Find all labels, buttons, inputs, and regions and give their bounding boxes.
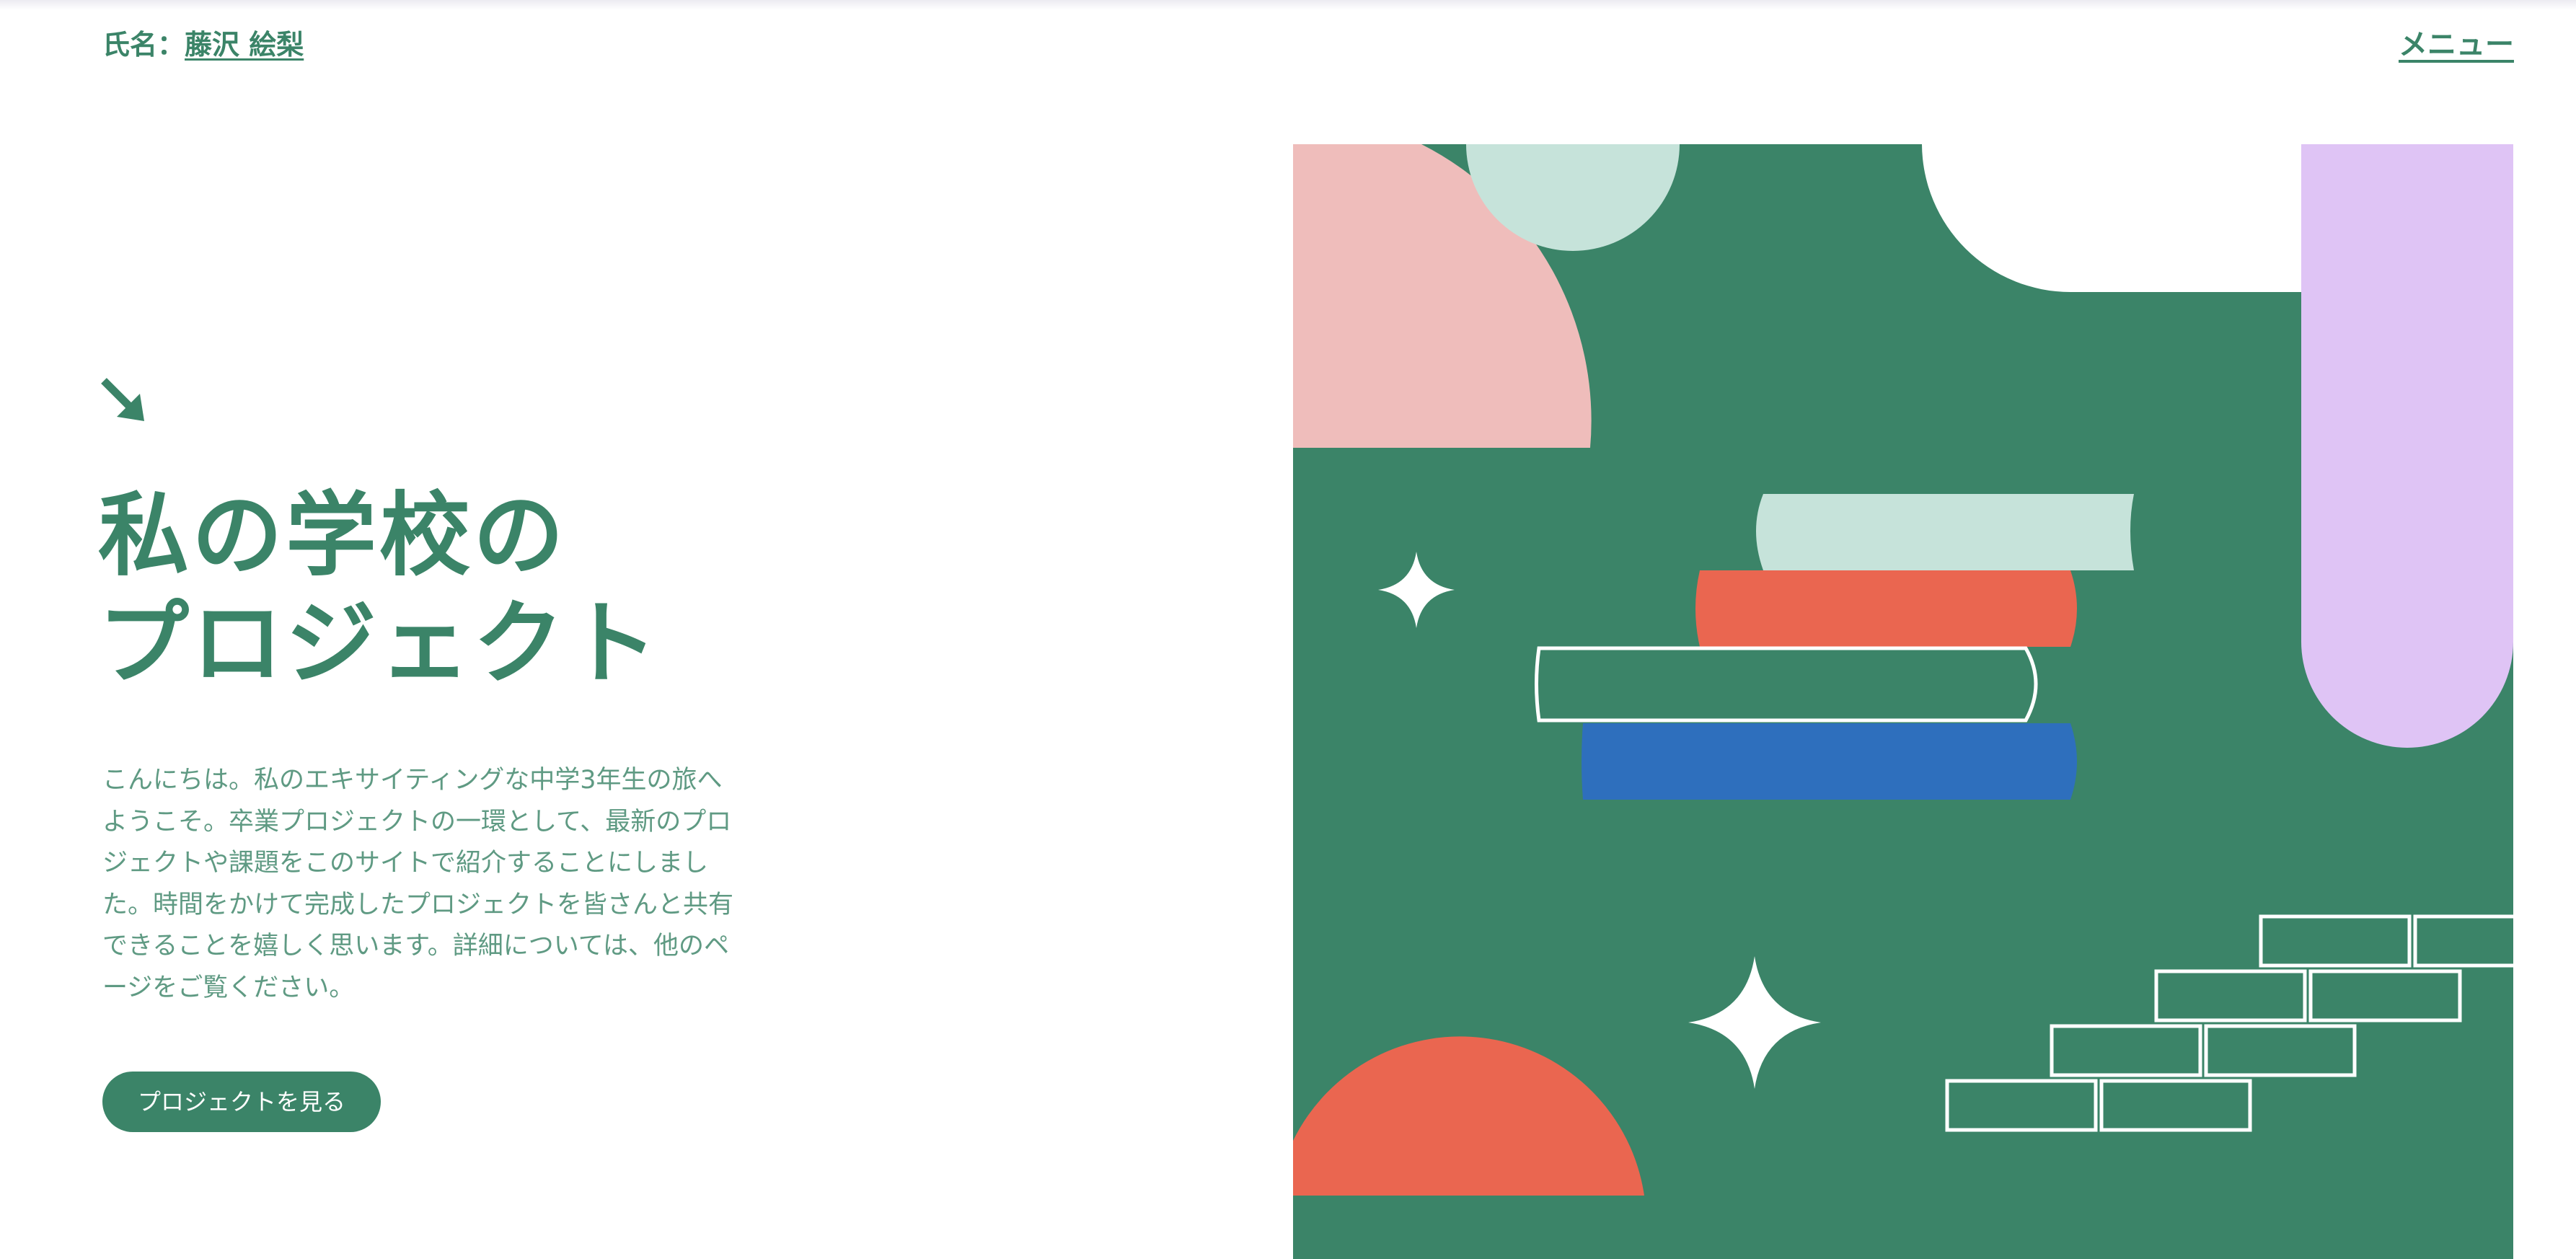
book-mint bbox=[1756, 494, 2134, 570]
book-coral bbox=[1695, 570, 2077, 647]
hero-illustration bbox=[1293, 144, 2513, 1259]
site-header: 氏名：藤沢 絵梨 メニュー bbox=[0, 0, 2576, 94]
student-name: 氏名：藤沢 絵梨 bbox=[102, 26, 304, 63]
name-link[interactable]: 藤沢 絵梨 bbox=[185, 29, 304, 61]
lavender-pill bbox=[2301, 144, 2513, 748]
arrow-down-right-icon bbox=[101, 378, 144, 421]
book-blue bbox=[1582, 723, 2077, 800]
menu-link[interactable]: メニュー bbox=[2399, 26, 2514, 63]
name-label: 氏名： bbox=[102, 29, 185, 61]
view-projects-button[interactable]: プロジェクトを見る bbox=[102, 1072, 381, 1132]
intro-paragraph: こんにちは。私のエキサイティングな中学3年生の旅へようこそ。卒業プロジェクトの一… bbox=[102, 766, 734, 1002]
title-line-2: プロジェクト bbox=[98, 591, 661, 697]
title-line-1: 私の学校の bbox=[98, 482, 567, 588]
page-title: 私の学校の プロジェクト bbox=[98, 482, 661, 698]
illustration-canvas bbox=[1293, 144, 2513, 1259]
